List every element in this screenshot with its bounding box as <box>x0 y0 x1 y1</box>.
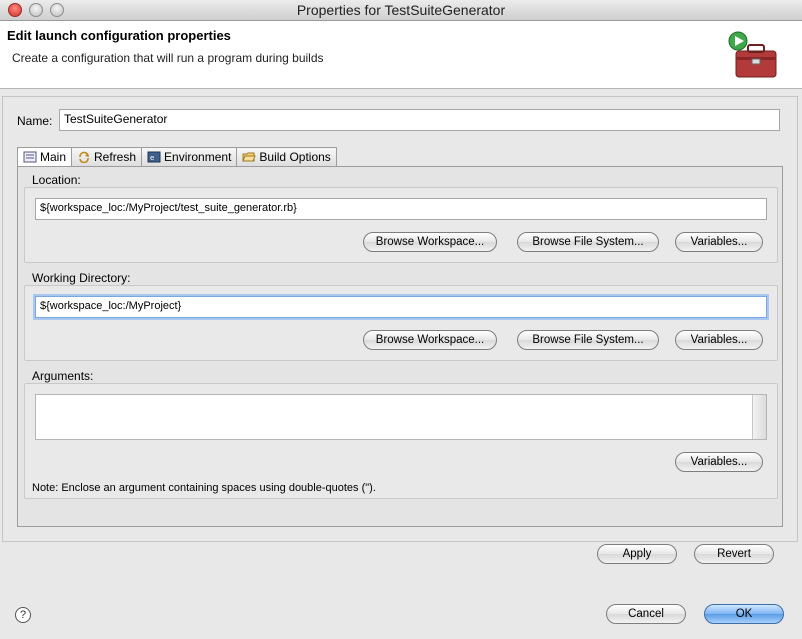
tab-bar: Main Refresh e Environment Build Options <box>17 147 337 167</box>
working-directory-field[interactable]: ${workspace_loc:/MyProject} <box>35 296 767 318</box>
cancel-button[interactable]: Cancel <box>606 604 686 624</box>
svg-text:e: e <box>150 154 154 162</box>
tab-build-options-label: Build Options <box>259 150 331 164</box>
tab-main[interactable]: Main <box>17 147 72 167</box>
tab-environment[interactable]: e Environment <box>141 147 237 167</box>
location-browse-workspace-button[interactable]: Browse Workspace... <box>363 232 497 252</box>
name-label: Name: <box>17 114 53 128</box>
tab-build-options[interactable]: Build Options <box>236 147 337 167</box>
dialog-header: Edit launch configuration properties Cre… <box>0 21 802 89</box>
working-directory-browse-file-system-button[interactable]: Browse File System... <box>517 330 659 350</box>
location-browse-file-system-button[interactable]: Browse File System... <box>517 232 659 252</box>
folder-open-icon <box>242 152 257 162</box>
arguments-note: Note: Enclose an argument containing spa… <box>32 482 376 494</box>
tab-main-label: Main <box>40 150 67 164</box>
dialog-body: Name: TestSuiteGenerator Main Refresh e … <box>0 89 802 639</box>
header-subtitle: Create a configuration that will run a p… <box>12 51 324 65</box>
title-bar: Properties for TestSuiteGenerator <box>0 0 802 21</box>
tab-refresh[interactable]: Refresh <box>71 147 142 167</box>
main-tab-icon <box>23 151 37 163</box>
refresh-icon <box>79 151 90 163</box>
arguments-variables-button[interactable]: Variables... <box>675 452 763 472</box>
help-icon[interactable]: ? <box>15 607 31 623</box>
arguments-group: Variables... Note: Enclose an argument c… <box>24 383 778 499</box>
working-directory-label: Working Directory: <box>32 271 131 285</box>
ok-button[interactable]: OK <box>704 604 784 624</box>
location-variables-button[interactable]: Variables... <box>675 232 763 252</box>
window-title: Properties for TestSuiteGenerator <box>296 2 506 18</box>
apply-button[interactable]: Apply <box>597 544 677 564</box>
revert-button[interactable]: Revert <box>694 544 774 564</box>
name-field[interactable]: TestSuiteGenerator <box>59 109 780 131</box>
working-directory-group: ${workspace_loc:/MyProject} Browse Works… <box>24 285 778 361</box>
working-directory-browse-workspace-button[interactable]: Browse Workspace... <box>363 330 497 350</box>
environment-icon: e <box>147 151 161 163</box>
tab-environment-label: Environment <box>164 150 232 164</box>
header-title: Edit launch configuration properties <box>7 28 231 43</box>
tab-refresh-label: Refresh <box>94 150 137 164</box>
tab-panel-main: Location: ${workspace_loc:/MyProject/tes… <box>17 166 783 527</box>
location-label: Location: <box>32 173 81 187</box>
arguments-textarea[interactable] <box>35 394 767 440</box>
arguments-label: Arguments: <box>32 369 94 383</box>
toolbox-run-icon <box>728 31 777 78</box>
arguments-scrollbar[interactable] <box>752 395 766 439</box>
location-field[interactable]: ${workspace_loc:/MyProject/test_suite_ge… <box>35 198 767 220</box>
working-directory-variables-button[interactable]: Variables... <box>675 330 763 350</box>
location-group: ${workspace_loc:/MyProject/test_suite_ge… <box>24 187 778 263</box>
properties-dialog: Properties for TestSuiteGenerator Edit l… <box>0 0 802 639</box>
